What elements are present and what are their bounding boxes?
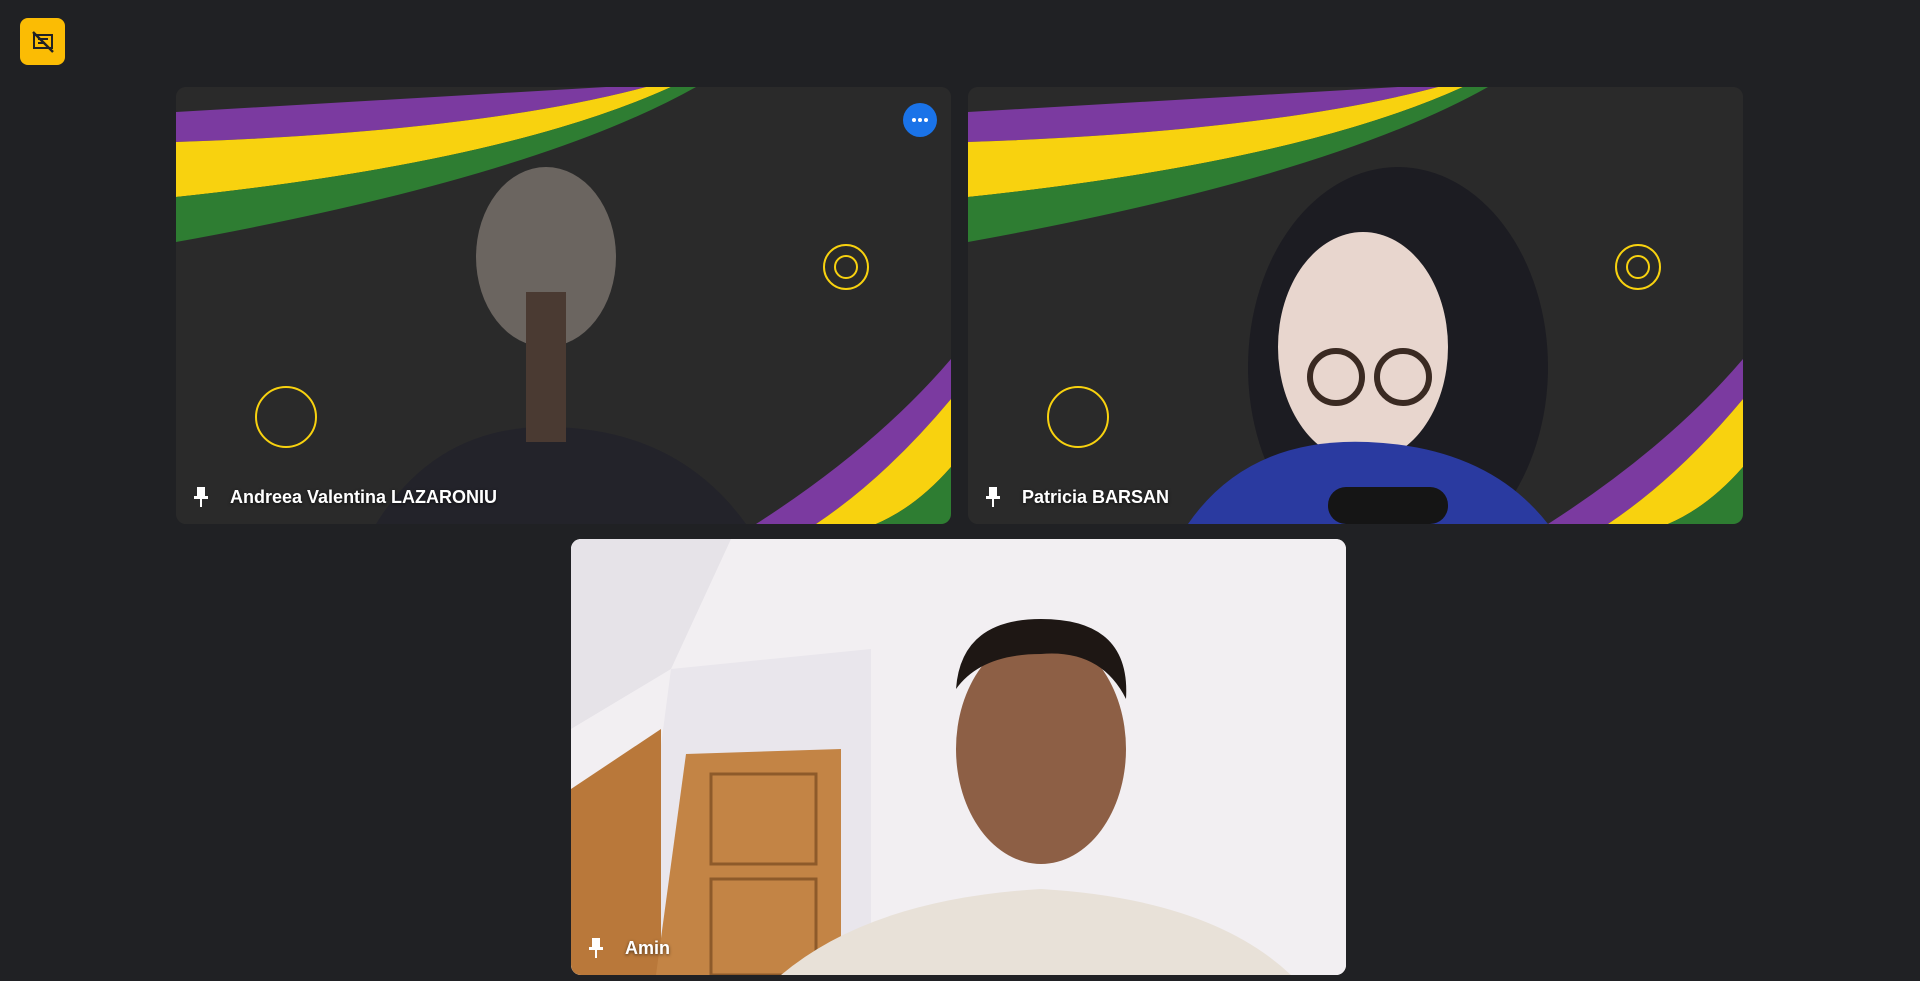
participant-name-row: Patricia BARSAN [982,484,1169,510]
participant-tile[interactable]: Amin [571,539,1346,975]
pin-icon[interactable] [585,935,607,961]
participant-tile[interactable]: Patricia BARSAN [968,87,1743,524]
more-options-button[interactable] [903,103,937,137]
participant-name: Andreea Valentina LAZARONIU [230,486,498,507]
participant-video [176,87,951,524]
participant-video [968,87,1743,524]
pin-icon[interactable] [190,484,212,510]
participant-name-row: Andreea Valentina LAZARONIU [190,484,497,510]
pin-icon[interactable] [982,484,1004,510]
participant-video [571,539,1346,975]
presentation-off-icon [31,30,54,53]
participant-name: Amin [625,937,670,958]
presentation-off-button[interactable] [20,18,65,65]
participant-name-row: Amin [585,935,670,961]
more-horiz-icon [912,118,928,122]
participant-tile[interactable]: Andreea Valentina LAZARONIU [176,87,951,524]
participant-name: Patricia BARSAN [1022,486,1170,507]
